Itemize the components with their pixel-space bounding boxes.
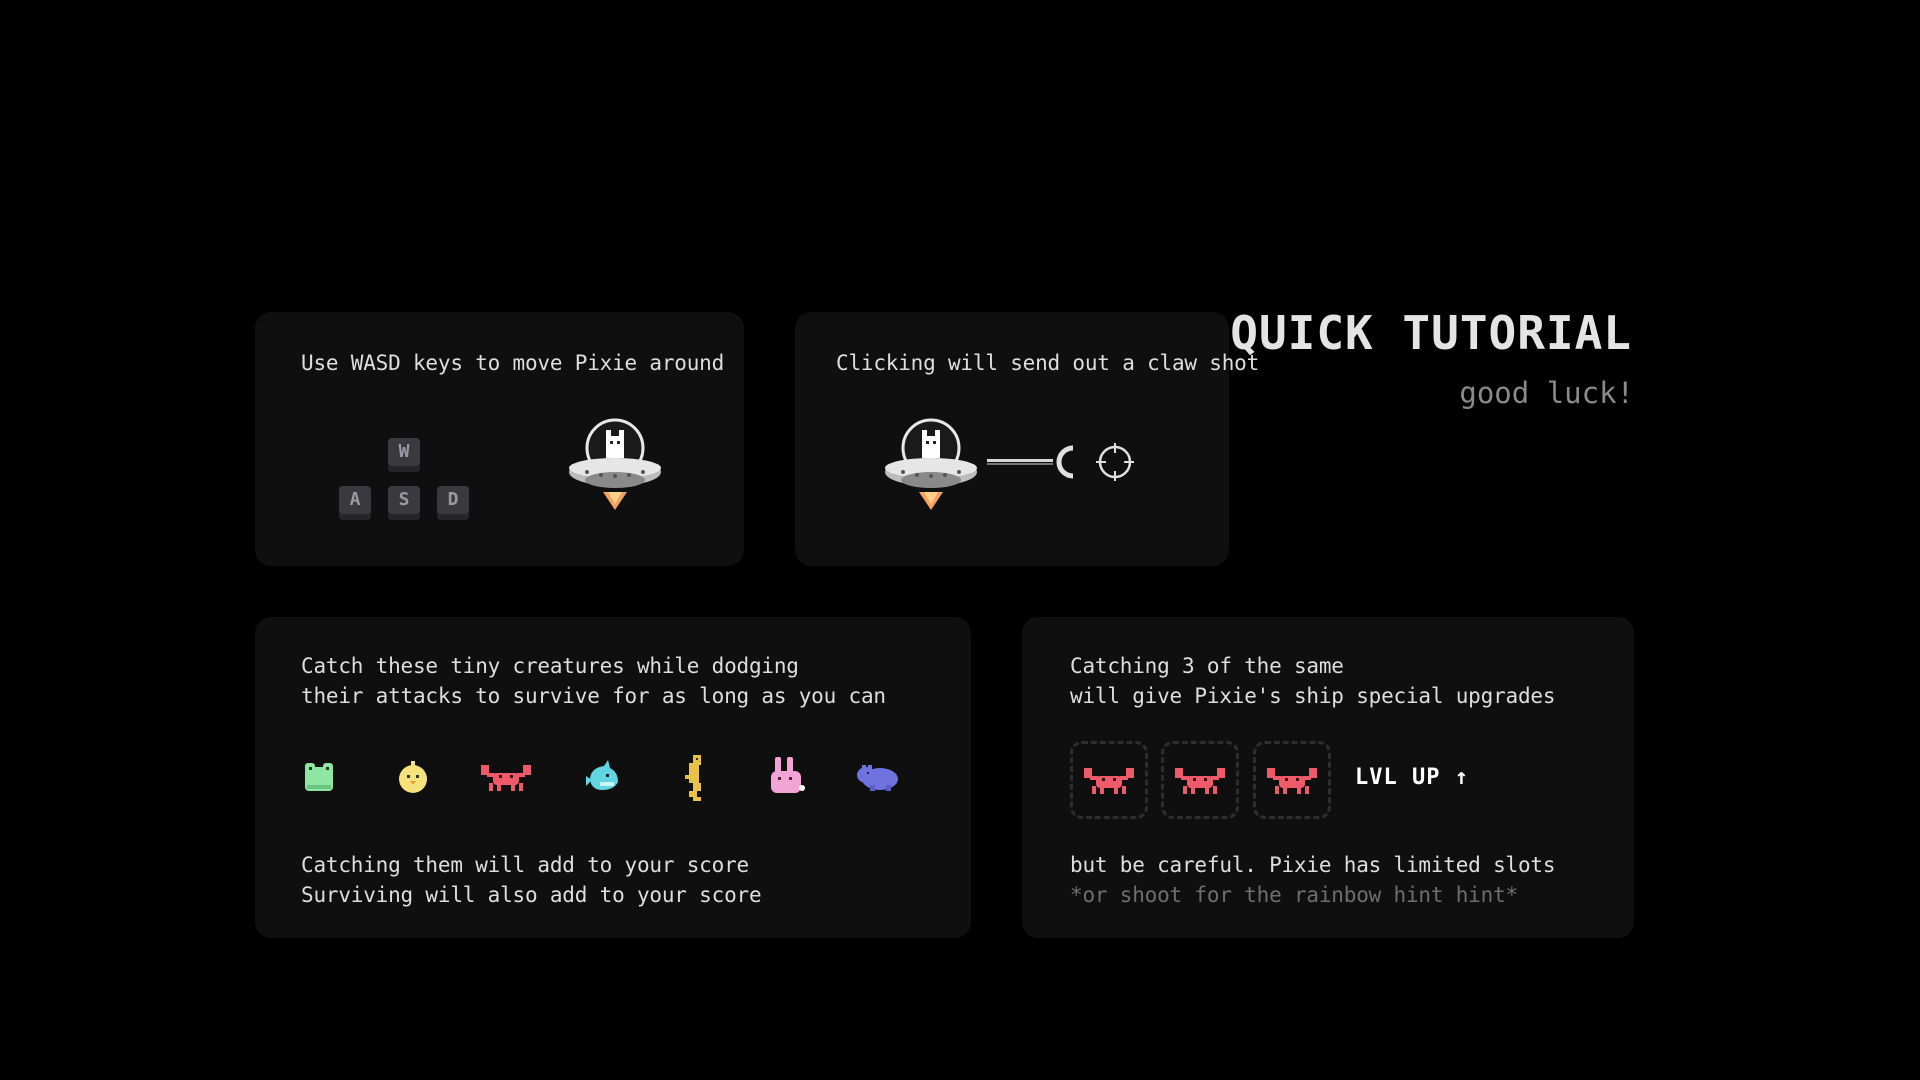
shoot-instruction: Clicking will send out a claw shot	[836, 351, 1260, 375]
creatures-score-line-1: Catching them will add to your score	[301, 853, 749, 877]
d-key: D	[437, 486, 469, 520]
w-key: W	[388, 438, 420, 472]
upgrades-card: Catching 3 of the same will give Pixie's…	[1022, 617, 1634, 938]
crab-icon	[481, 765, 531, 791]
s-key: S	[388, 486, 420, 520]
page-subtitle: good luck!	[1459, 376, 1634, 410]
shoot-card: Clicking will send out a claw shot	[795, 312, 1259, 566]
tutorial-screen: QUICK TUTORIAL good luck! Use WASD keys …	[0, 0, 1920, 1080]
crab-icon	[1084, 768, 1134, 794]
ufo-ship-icon	[569, 418, 661, 510]
bunny-icon	[771, 757, 805, 793]
a-key: A	[339, 486, 371, 520]
creatures-instruction-line-1: Catch these tiny creatures while dodging	[301, 654, 799, 678]
upgrades-instruction-line-1: Catching 3 of the same	[1070, 654, 1344, 678]
frog-icon	[305, 763, 333, 791]
chick-icon	[399, 761, 427, 793]
creatures-score-line-2: Surviving will also add to your score	[301, 883, 762, 907]
d-key-label: D	[447, 489, 459, 510]
claw-shot-icon	[987, 445, 1074, 479]
s-key-label: S	[398, 489, 410, 510]
shark-icon	[586, 760, 618, 790]
creatures-instruction-line-2: their attacks to survive for as long as …	[301, 684, 886, 708]
hippo-icon	[857, 765, 898, 791]
upgrades-instruction-line-2: will give Pixie's ship special upgrades	[1070, 684, 1556, 708]
crab-icon	[1267, 768, 1317, 794]
creatures-card: Catch these tiny creatures while dodging…	[255, 617, 971, 938]
lvl-up-label: LVL UP ↑	[1355, 765, 1469, 790]
seahorse-icon	[685, 755, 701, 801]
ufo-ship-icon	[885, 418, 977, 510]
move-card: Use WASD keys to move Pixie around W A S…	[255, 312, 744, 566]
w-key-label: W	[398, 441, 410, 462]
upgrades-hint: *or shoot for the rainbow hint hint*	[1070, 883, 1518, 907]
move-instruction: Use WASD keys to move Pixie around	[301, 351, 725, 375]
a-key-label: A	[349, 489, 361, 510]
page-title: QUICK TUTORIAL	[1230, 306, 1632, 360]
crab-icon	[1175, 768, 1225, 794]
crosshair-icon	[1096, 443, 1134, 481]
upgrades-warning: but be careful. Pixie has limited slots	[1070, 853, 1556, 877]
